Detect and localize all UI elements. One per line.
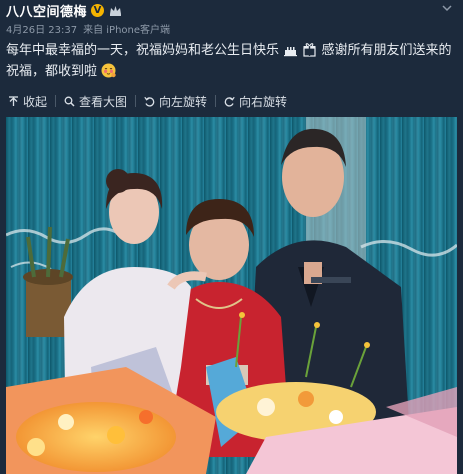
crown-icon bbox=[108, 4, 122, 16]
post-source: 来自 iPhone客户端 bbox=[83, 25, 171, 36]
rotate-right-icon bbox=[224, 96, 235, 107]
username[interactable]: 八八空间德梅 bbox=[6, 1, 87, 20]
rotate-left-label: 向左旋转 bbox=[159, 94, 208, 109]
photo-illustration bbox=[6, 117, 457, 474]
user-row: 八八空间德梅 V bbox=[6, 0, 122, 20]
more-icon[interactable] bbox=[441, 2, 453, 14]
magnifier-icon bbox=[64, 96, 75, 107]
vip-badge-icon[interactable]: V bbox=[91, 3, 105, 17]
shy-emoji-icon bbox=[101, 63, 116, 78]
collapse-button[interactable]: 收起 bbox=[0, 88, 55, 114]
rotate-right-label: 向右旋转 bbox=[239, 94, 288, 109]
post-text-part1: 每年中最幸福的一天，祝福妈妈和老公生日快乐 bbox=[6, 43, 280, 58]
rotate-left-icon bbox=[144, 96, 155, 107]
rotate-right-button[interactable]: 向右旋转 bbox=[216, 88, 295, 114]
view-large-label: 查看大图 bbox=[79, 94, 128, 109]
post-text: 每年中最幸福的一天，祝福妈妈和老公生日快乐 感谢所有朋友们送来的祝福，都收到啦 bbox=[6, 40, 458, 82]
collapse-label: 收起 bbox=[23, 94, 48, 109]
post-date[interactable]: 4月26日 23:37 bbox=[6, 21, 77, 36]
image-toolbar: 收起 查看大图 向左旋转 向右旋转 bbox=[0, 88, 463, 114]
gift-icon bbox=[303, 43, 316, 57]
collapse-icon bbox=[9, 95, 18, 106]
view-large-button[interactable]: 查看大图 bbox=[56, 88, 135, 114]
post-photo[interactable] bbox=[6, 117, 457, 474]
post-meta: 4月26日 23:37 来自 iPhone客户端 bbox=[6, 21, 170, 36]
cake-icon bbox=[284, 47, 298, 57]
post-header: 八八空间德梅 V 4月26日 23:37 来自 iPhone客户端 每年中最幸福… bbox=[0, 0, 463, 120]
rotate-left-button[interactable]: 向左旋转 bbox=[136, 88, 215, 114]
